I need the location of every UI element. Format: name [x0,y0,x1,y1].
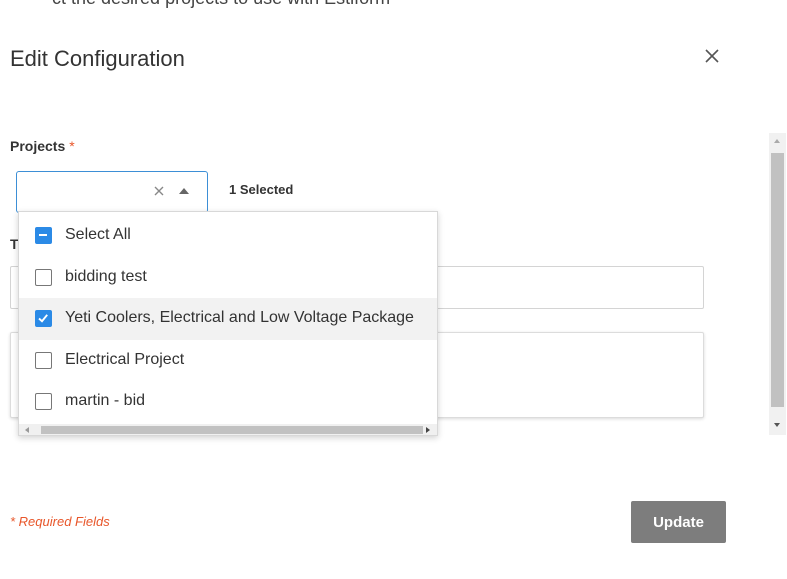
option-label: Select All [65,226,131,243]
projects-select[interactable] [16,171,208,213]
dialog-title: Edit Configuration [10,46,185,71]
option-electrical-project[interactable]: Electrical Project [19,340,437,382]
selected-count: 1 Selected [229,182,294,197]
checkbox-icon[interactable] [35,352,52,369]
projects-label-text: Projects [10,138,66,154]
caret-up-icon[interactable] [179,188,189,194]
option-label: bidding test [65,268,147,285]
option-select-all[interactable]: Select All [19,215,437,257]
clear-selection-icon[interactable] [153,184,165,196]
required-marker: * [69,138,75,154]
projects-label: Projects * [10,138,75,154]
required-fields-note: * Required Fields [10,514,110,529]
scroll-up-icon[interactable] [774,139,780,143]
option-martin-bid[interactable]: martin - bid [19,381,437,423]
checkbox-icon[interactable] [35,393,52,410]
option-label: Electrical Project [65,351,185,368]
option-yeti-coolers[interactable]: Yeti Coolers, Electrical and Low Voltage… [19,298,437,340]
checked-checkbox-icon[interactable] [35,310,52,327]
dropdown-horizontal-scrollbar[interactable] [19,424,437,435]
scroll-left-icon[interactable] [25,427,29,433]
scrollbar-thumb[interactable] [771,153,784,407]
projects-dropdown: Select All bidding test Yeti Coolers, El… [18,211,438,436]
option-label: Yeti Coolers, Electrical and Low Voltage… [65,309,414,326]
option-bidding-test[interactable]: bidding test [19,257,437,299]
scroll-down-icon[interactable] [774,423,780,427]
indeterminate-checkbox-icon[interactable] [35,227,52,244]
scroll-right-icon[interactable] [426,427,430,433]
close-icon[interactable] [700,44,724,68]
scrollbar-thumb[interactable] [41,426,423,434]
checkbox-icon[interactable] [35,269,52,286]
update-button[interactable]: Update [631,501,726,543]
option-label: martin - bid [65,392,146,409]
page-vertical-scrollbar[interactable] [769,133,786,435]
page-intro-text: ct the desired projects to use with Esti… [52,0,390,9]
